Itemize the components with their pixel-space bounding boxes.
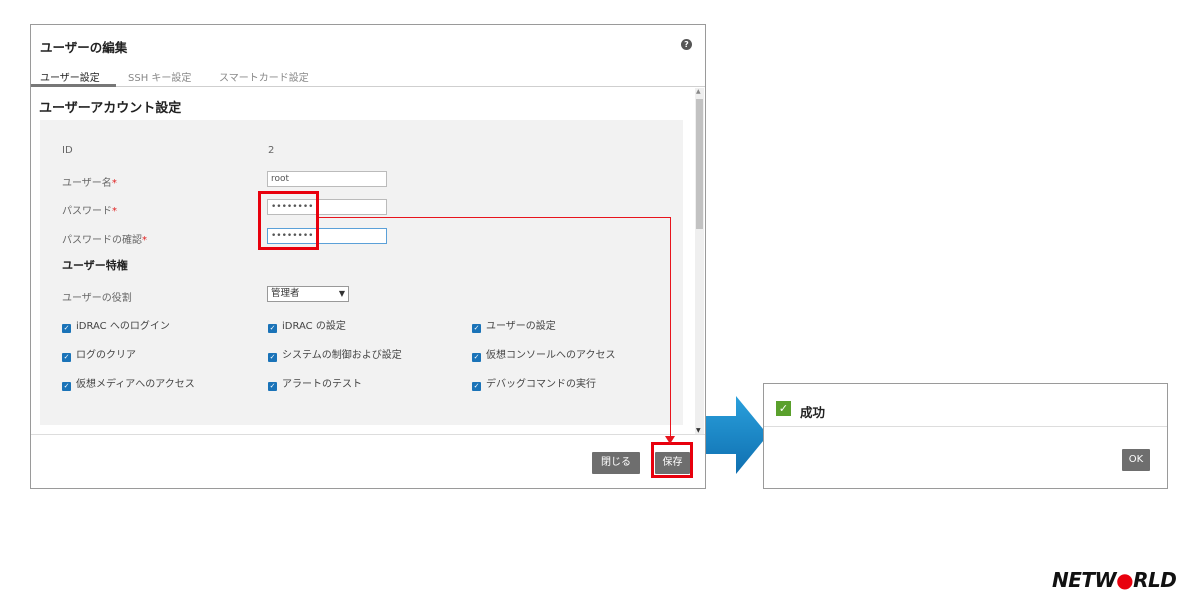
footer-divider bbox=[31, 434, 705, 435]
checkmark-icon: ✓ bbox=[268, 324, 277, 333]
id-value: 2 bbox=[268, 145, 275, 156]
chevron-down-icon: ▼ bbox=[338, 289, 345, 298]
checkbox-label: デバッグコマンドの実行 bbox=[486, 379, 596, 390]
checkbox-debug-commands[interactable]: ✓ デバッグコマンドの実行 bbox=[472, 375, 596, 391]
close-button[interactable]: 閉じる bbox=[592, 452, 640, 474]
checkmark-icon: ✓ bbox=[62, 353, 71, 362]
scroll-down-icon[interactable]: ▼ bbox=[696, 427, 701, 434]
checkmark-icon: ✓ bbox=[472, 382, 481, 391]
dialog-title: ユーザーの編集 bbox=[40, 40, 128, 55]
privileges-title: ユーザー特権 bbox=[62, 259, 128, 272]
checkbox-label: アラートのテスト bbox=[282, 379, 362, 390]
required-mark: * bbox=[142, 235, 147, 246]
account-settings-panel: ID 2 ユーザー名* root パスワード* •••••••• パスワードの確… bbox=[40, 120, 683, 425]
tab-bar: ユーザー設定 SSH キー設定 スマートカード設定 bbox=[31, 66, 705, 87]
checkbox-label: ユーザーの設定 bbox=[486, 321, 556, 332]
tab-user-settings[interactable]: ユーザー設定 bbox=[40, 69, 100, 84]
dialog-header: ユーザーの編集 ? bbox=[31, 25, 705, 65]
success-dialog: ✓ 成功 OK bbox=[763, 383, 1168, 489]
checkbox-label: 仮想コンソールへのアクセス bbox=[486, 350, 616, 361]
scroll-up-icon[interactable]: ▲ bbox=[696, 88, 701, 95]
save-highlight-box bbox=[651, 442, 693, 478]
success-title: 成功 bbox=[800, 405, 826, 420]
checkmark-icon: ✓ bbox=[62, 382, 71, 391]
annotation-connector-vertical bbox=[670, 217, 671, 442]
password-highlight-box bbox=[258, 191, 319, 250]
checkbox-label: システムの制御および設定 bbox=[282, 350, 402, 361]
section-title: ユーザーアカウント設定 bbox=[39, 101, 182, 116]
checkbox-idrac-login[interactable]: ✓ iDRAC へのログイン bbox=[62, 317, 170, 333]
tab-ssh-key-settings[interactable]: SSH キー設定 bbox=[128, 69, 191, 84]
checkmark-icon: ✓ bbox=[472, 324, 481, 333]
checkbox-virtual-media[interactable]: ✓ 仮想メディアへのアクセス bbox=[62, 375, 195, 391]
checkbox-clear-logs[interactable]: ✓ ログのクリア bbox=[62, 346, 136, 362]
checkbox-label: 仮想メディアへのアクセス bbox=[76, 379, 195, 390]
scrollbar[interactable]: ▲ ▼ bbox=[695, 88, 704, 434]
check-icon: ✓ bbox=[776, 401, 791, 416]
annotation-connector-horizontal bbox=[319, 217, 671, 218]
right-arrow-icon bbox=[706, 396, 768, 474]
checkbox-test-alerts[interactable]: ✓ アラートのテスト bbox=[268, 375, 362, 391]
checkbox-idrac-config[interactable]: ✓ iDRAC の設定 bbox=[268, 317, 346, 333]
help-icon[interactable]: ? bbox=[681, 39, 692, 50]
ok-button[interactable]: OK bbox=[1122, 449, 1150, 471]
checkmark-icon: ✓ bbox=[268, 353, 277, 362]
networld-logo: NETW●RLD bbox=[1052, 568, 1177, 592]
checkbox-system-control[interactable]: ✓ システムの制御および設定 bbox=[268, 346, 402, 362]
checkmark-icon: ✓ bbox=[472, 353, 481, 362]
checkbox-label: ログのクリア bbox=[76, 350, 136, 361]
role-label: ユーザーの役割 bbox=[62, 293, 132, 304]
annotation-arrowhead-icon bbox=[665, 436, 675, 444]
role-select-value: 管理者 bbox=[271, 288, 300, 299]
required-mark: * bbox=[111, 178, 117, 189]
checkbox-label: iDRAC へのログイン bbox=[76, 321, 170, 332]
username-label: ユーザー名* bbox=[62, 178, 117, 189]
tab-smartcard-settings[interactable]: スマートカード設定 bbox=[219, 69, 309, 84]
username-input[interactable]: root bbox=[267, 171, 387, 187]
success-divider bbox=[764, 426, 1167, 427]
password-label: パスワード* bbox=[62, 206, 117, 217]
checkmark-icon: ✓ bbox=[268, 382, 277, 391]
scrollbar-thumb[interactable] bbox=[696, 99, 703, 229]
id-label: ID bbox=[62, 145, 73, 156]
checkbox-user-config[interactable]: ✓ ユーザーの設定 bbox=[472, 317, 556, 333]
checkmark-icon: ✓ bbox=[62, 324, 71, 333]
role-select[interactable]: 管理者 ▼ bbox=[267, 286, 349, 302]
edit-user-dialog: ユーザーの編集 ? ユーザー設定 SSH キー設定 スマートカード設定 ユーザー… bbox=[30, 24, 706, 489]
checkbox-virtual-console[interactable]: ✓ 仮想コンソールへのアクセス bbox=[472, 346, 616, 362]
confirm-password-label: パスワードの確認* bbox=[62, 235, 147, 246]
active-tab-indicator bbox=[31, 84, 116, 87]
checkbox-label: iDRAC の設定 bbox=[282, 321, 346, 332]
required-mark: * bbox=[112, 206, 117, 217]
